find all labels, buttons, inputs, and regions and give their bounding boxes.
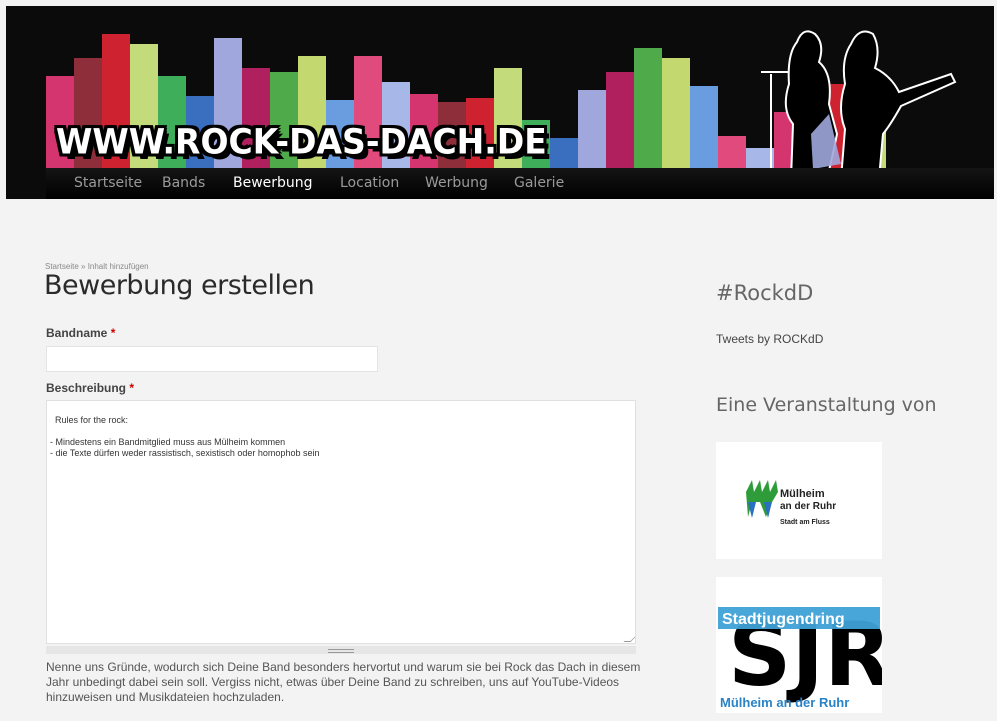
site-logo[interactable]: WWW.ROCK-DAS-DACH.DE — [56, 121, 547, 162]
main-navigation: Startseite Bands Bewerbung Location Werb… — [46, 168, 994, 199]
muelheim-emblem-icon: Mülheim an der Ruhr Stadt am Fluss — [746, 480, 836, 526]
nav-item-bands[interactable]: Bands — [162, 175, 205, 191]
beschreibung-textarea[interactable]: Rules for the rock: - Mindestens ein Ban… — [46, 400, 636, 644]
equalizer-bar — [634, 48, 662, 168]
tweets-link[interactable]: Tweets by ROCKdD — [716, 332, 823, 346]
beschreibung-label: Beschreibung * — [46, 381, 134, 395]
page-title: Bewerbung erstellen — [44, 270, 315, 301]
textarea-grippie[interactable] — [46, 646, 636, 654]
event-title: Eine Veranstaltung von — [716, 394, 937, 416]
nav-item-werbung[interactable]: Werbung — [425, 175, 488, 191]
beschreibung-value: Rules for the rock: - Mindestens ein Ban… — [50, 415, 320, 458]
nav-item-location[interactable]: Location — [340, 175, 399, 191]
beschreibung-label-text: Beschreibung — [46, 381, 127, 395]
sjr-bottom-text: Mülheim an der Ruhr — [720, 695, 849, 710]
nav-item-bewerbung[interactable]: Bewerbung — [233, 175, 313, 191]
beschreibung-help-text: Nenne uns Gründe, wodurch sich Deine Ban… — [46, 660, 641, 704]
sjr-top-text: Stadtjugendring — [722, 611, 845, 628]
bandname-field[interactable] — [46, 346, 378, 372]
band-silhouette-graphic — [761, 30, 957, 180]
bandname-label: Bandname * — [46, 326, 115, 340]
muelheim-line1: Mülheim — [780, 488, 825, 500]
equalizer-bar — [662, 58, 690, 168]
muelheim-line2: an der Ruhr — [780, 501, 836, 512]
grip-icon — [328, 649, 354, 653]
required-marker: * — [110, 326, 116, 340]
resize-handle-icon[interactable] — [623, 635, 635, 642]
equalizer-bar — [690, 86, 718, 168]
hashtag-title: #RockdD — [716, 281, 814, 305]
equalizer-bar — [550, 138, 578, 168]
site-header: WWW.ROCK-DAS-DACH.DE Startseite Bands Be… — [6, 6, 994, 199]
muelheim-line3: Stadt am Fluss — [780, 519, 830, 526]
sponsor-logo-sjr[interactable]: SJR Stadtjugendring Mülheim an der Ruhr — [716, 577, 892, 713]
required-marker: * — [129, 381, 135, 395]
equalizer-bar — [578, 90, 606, 168]
equalizer-bar — [606, 72, 634, 168]
nav-item-startseite[interactable]: Startseite — [74, 175, 142, 191]
bandname-label-text: Bandname — [46, 326, 108, 340]
nav-item-galerie[interactable]: Galerie — [514, 175, 564, 191]
sponsor-logo-muelheim[interactable]: Mülheim an der Ruhr Stadt am Fluss — [716, 442, 882, 559]
sjr-logo-icon: SJR Stadtjugendring Mülheim an der Ruhr — [718, 603, 892, 710]
